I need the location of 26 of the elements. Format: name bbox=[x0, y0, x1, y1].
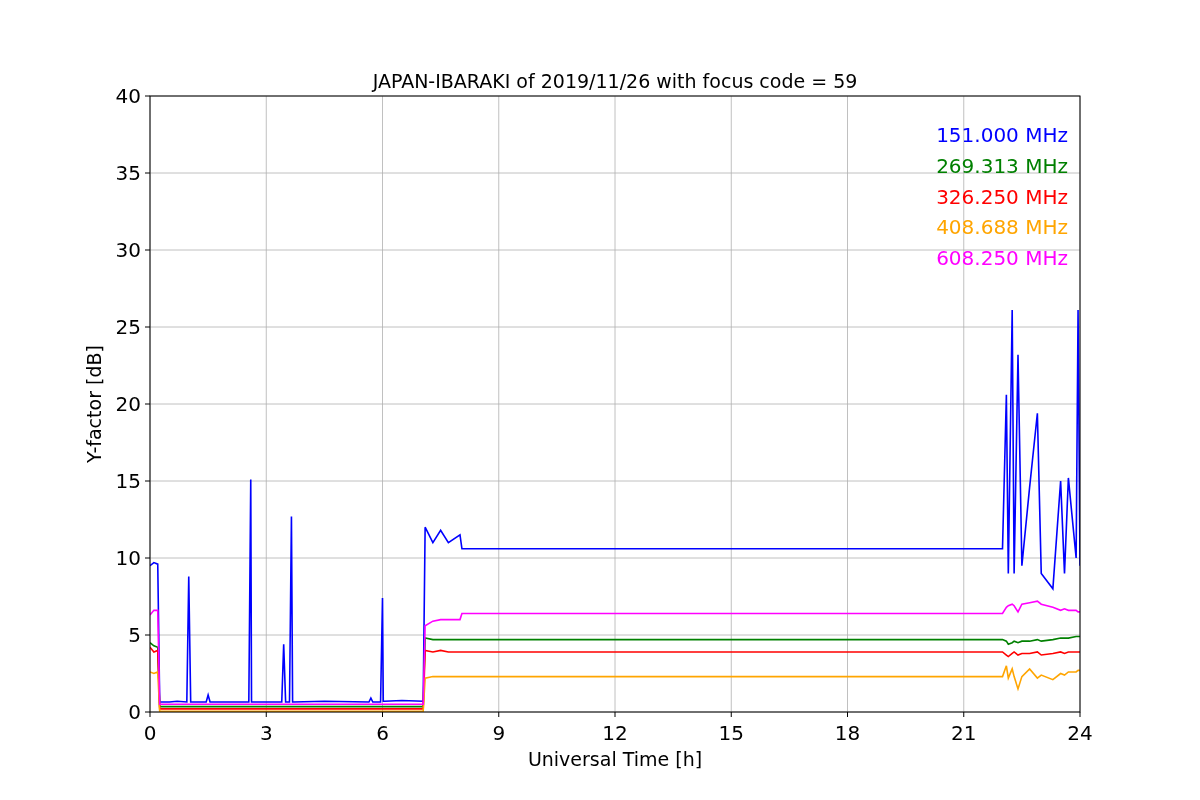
tick-label: 12 bbox=[602, 721, 628, 745]
tick-label: 10 bbox=[115, 546, 141, 570]
x-axis-label: Universal Time [h] bbox=[527, 748, 703, 770]
legend-label: 608.250 MHz bbox=[936, 246, 1068, 271]
tick-label: 21 bbox=[951, 721, 977, 745]
tick-label: 6 bbox=[376, 721, 389, 745]
tick-label: 0 bbox=[143, 721, 157, 745]
tick-label: 0 bbox=[128, 700, 141, 724]
tick-label: 35 bbox=[115, 161, 141, 185]
legend-label: 408.688 MHz bbox=[936, 215, 1068, 240]
tick-label: 5 bbox=[128, 623, 141, 647]
legend-label: 151.000 MHz bbox=[936, 123, 1068, 147]
legend-label: 326.250 MHz bbox=[936, 184, 1068, 209]
y-axis-label: Y-factor [dB] bbox=[83, 345, 105, 463]
tick-label: 9 bbox=[492, 721, 506, 745]
tick-label: 3 bbox=[259, 721, 273, 745]
legend-label: 269.313 MHz bbox=[936, 153, 1068, 178]
tick-label: 15 bbox=[115, 469, 141, 493]
tick-label: 25 bbox=[115, 315, 141, 339]
chart-title: JAPAN-IBARAKI of 2019/11/26 with focus code = 59 bbox=[372, 70, 858, 92]
tick-label: 18 bbox=[834, 721, 861, 745]
tick-label: 24 bbox=[1067, 721, 1093, 745]
tick-label: 30 bbox=[115, 238, 141, 262]
tick-label: 20 bbox=[115, 392, 141, 416]
tick-label: 15 bbox=[718, 721, 744, 745]
tick-label: 40 bbox=[115, 84, 141, 108]
